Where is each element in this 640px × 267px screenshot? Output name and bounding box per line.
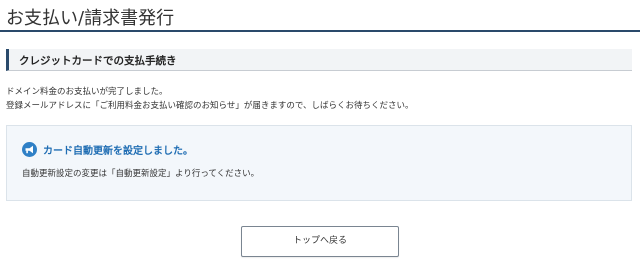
notice-text: 自動更新設定の変更は「自動更新設定」より行ってください。: [22, 169, 260, 179]
section-header: クレジットカードでの支払手続き: [6, 49, 632, 71]
notice-title: カード自動更新を設定しました。: [43, 146, 193, 157]
section-heading: クレジットカードでの支払手続き: [19, 55, 177, 67]
back-to-top-button[interactable]: トップへ戻る: [241, 226, 399, 257]
completion-message: ドメイン料金のお支払いが完了しました。 登録メールアドレスに「ご利用料金お支払い…: [6, 85, 414, 113]
completion-message-line-2: 登録メールアドレスに「ご利用料金お支払い確認のお知らせ」が届きますので、しばらく…: [6, 101, 414, 111]
page-title: お支払い/請求書発行: [6, 8, 175, 29]
completion-message-line-1: ドメイン料金のお支払いが完了しました。: [6, 87, 168, 97]
notice-box: カード自動更新を設定しました。 自動更新設定の変更は「自動更新設定」より行ってく…: [6, 125, 632, 201]
megaphone-icon: [22, 142, 37, 157]
title-divider: [0, 30, 640, 32]
